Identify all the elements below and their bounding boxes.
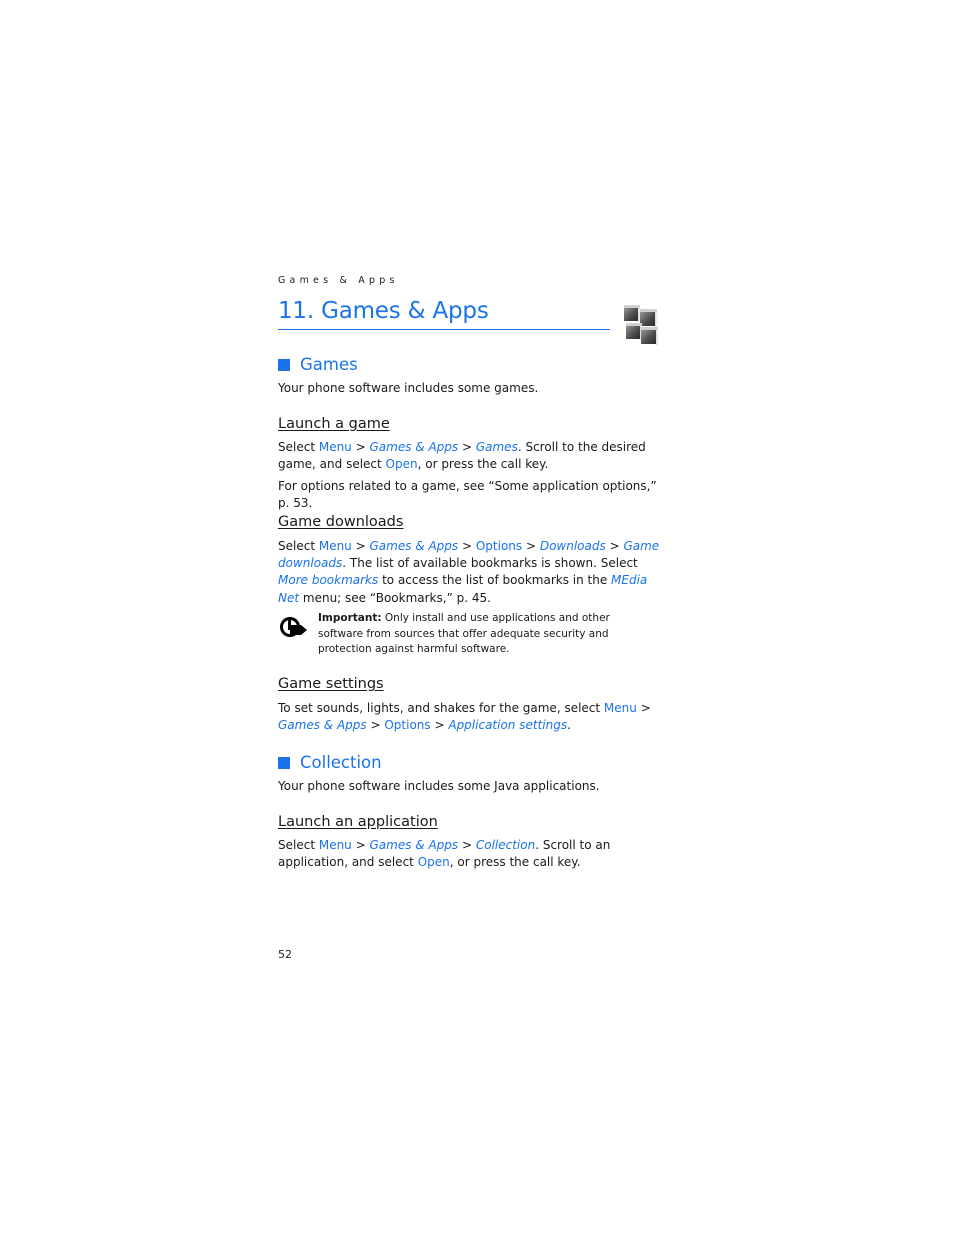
text: To set sounds, lights, and shakes for th… [278, 701, 604, 715]
text: Select [278, 539, 319, 553]
menu-path-games: Games [475, 440, 518, 454]
section-heading-collection-text: Collection [300, 753, 382, 772]
separator: > [430, 718, 449, 733]
launch-game-instructions: Select Menu > Games & Apps > Games. Scro… [278, 439, 670, 473]
separator: > [366, 718, 385, 733]
menu-path-downloads: Downloads [539, 539, 606, 553]
separator: > [458, 440, 476, 454]
menu-command: Menu [318, 440, 352, 454]
subheading-launch-application: Launch an application [278, 814, 438, 830]
separator: > [351, 838, 370, 852]
text: Select [278, 440, 319, 454]
menu-command: Menu [318, 539, 352, 553]
options-command: Options [475, 539, 523, 553]
game-downloads-instructions: Select Menu > Games & Apps > Options > D… [278, 538, 670, 607]
menu-path-collection: Collection [475, 838, 536, 852]
menu-path-games-apps: Games & Apps [369, 838, 459, 852]
text: , or press the call key. [417, 457, 549, 472]
chapter-title: 11. Games & Apps [278, 296, 610, 330]
important-label: Important: [318, 612, 382, 624]
menu-path-games-apps: Games & Apps [369, 539, 459, 553]
text: menu; see “Bookmarks,” p. 45. [299, 590, 491, 605]
separator: > [351, 539, 370, 553]
menu-path-more-bookmarks: More bookmarks [278, 573, 379, 588]
games-intro: Your phone software includes some games. [278, 381, 539, 395]
section-heading-games-text: Games [300, 355, 358, 374]
section-bullet-square [278, 756, 290, 769]
text: Select [278, 838, 319, 852]
text: , or press the call key. [449, 855, 581, 870]
open-command: Open [417, 855, 450, 870]
menu-path-games-apps: Games & Apps [278, 718, 367, 733]
text: . [567, 718, 571, 733]
separator: > [458, 838, 476, 852]
running-head: Games & Apps [278, 275, 399, 286]
separator: > [605, 539, 624, 553]
subheading-game-downloads: Game downloads [278, 514, 404, 530]
separator: > [351, 440, 370, 454]
games-apps-cubes-icon [624, 305, 659, 345]
collection-intro: Your phone software includes some Java a… [278, 779, 600, 793]
text: to access the list of bookmarks in the [378, 573, 612, 588]
section-heading-games: Games [278, 355, 358, 374]
important-hand-icon [280, 617, 307, 637]
subheading-game-settings: Game settings [278, 676, 384, 692]
separator: > [522, 539, 540, 553]
menu-command: Menu [318, 838, 352, 852]
subheading-launch-game: Launch a game [278, 416, 390, 432]
menu-path-application-settings: Application settings [448, 718, 568, 733]
page-number: 52 [278, 948, 292, 961]
section-bullet-square [278, 358, 290, 371]
menu-path-games-apps: Games & Apps [369, 440, 459, 454]
menu-command: Menu [603, 701, 637, 715]
open-command: Open [385, 457, 418, 472]
game-options-reference: For options related to a game, see “Some… [278, 479, 657, 511]
launch-application-instructions: Select Menu > Games & Apps > Collection.… [278, 837, 670, 871]
separator: > [458, 539, 476, 553]
important-note: Important: Only install and use applicat… [318, 611, 648, 658]
game-settings-instructions: To set sounds, lights, and shakes for th… [278, 700, 670, 734]
separator: > [636, 701, 651, 715]
section-heading-collection: Collection [278, 753, 382, 772]
text: . The list of available bookmarks is sho… [342, 556, 638, 571]
options-command: Options [384, 718, 431, 733]
